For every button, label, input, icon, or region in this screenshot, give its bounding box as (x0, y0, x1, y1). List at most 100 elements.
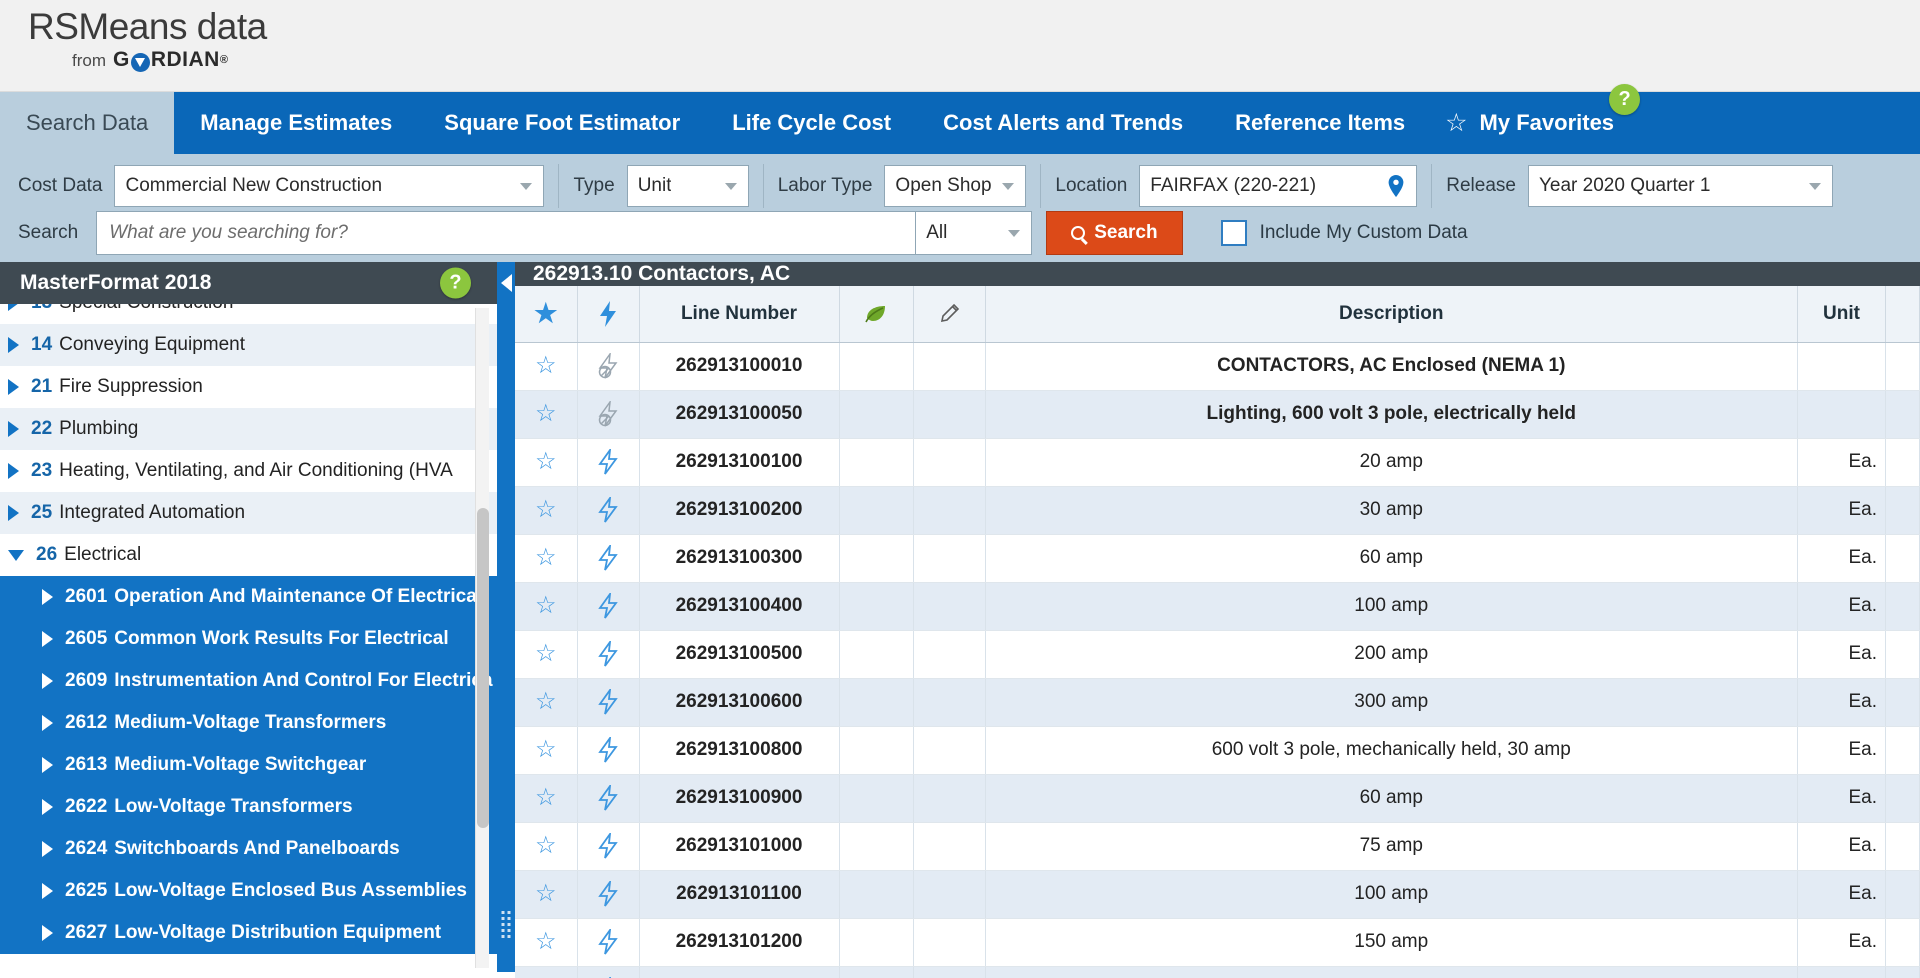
chevron-right-icon[interactable] (42, 589, 53, 605)
table-row[interactable]: ☆ 262913100010 CONTACTORS, AC Enclosed (NE… (515, 342, 1920, 391)
row-green-cell[interactable] (839, 822, 914, 871)
table-row[interactable]: ☆ 262913100900 60 amp Ea. (515, 774, 1920, 823)
row-green-cell[interactable] (839, 534, 914, 583)
sidebar-scrollbar[interactable] (475, 308, 489, 968)
row-edit-cell[interactable] (913, 438, 986, 487)
row-edit-cell[interactable] (913, 534, 986, 583)
row-favorite-toggle[interactable]: ☆ (515, 342, 578, 391)
labor-type-select[interactable]: Open Shop (884, 165, 1027, 207)
type-select[interactable]: Unit (626, 165, 749, 207)
tab-square-foot-estimator[interactable]: Square Foot Estimator (418, 92, 706, 154)
row-line-number[interactable]: 262913100800 (639, 726, 840, 775)
row-line-number[interactable]: 262913100600 (639, 678, 840, 727)
chevron-right-icon[interactable] (42, 673, 53, 689)
tree-item-2613[interactable]: 2613 Medium-Voltage Switchgear (0, 744, 497, 786)
help-icon[interactable]: ? (1609, 84, 1641, 115)
tab-life-cycle-cost[interactable]: Life Cycle Cost (706, 92, 917, 154)
tab-search-data[interactable]: Search Data (0, 92, 175, 154)
row-favorite-toggle[interactable]: ☆ (515, 486, 578, 535)
row-favorite-toggle[interactable]: ☆ (515, 438, 578, 487)
row-line-number[interactable]: 262913101300 (639, 966, 840, 978)
chevron-right-icon[interactable] (42, 715, 53, 731)
table-row[interactable]: ☆ 262913101100 100 amp Ea. (515, 870, 1920, 919)
row-favorite-toggle[interactable]: ☆ (515, 774, 578, 823)
row-favorite-toggle[interactable]: ☆ (515, 726, 578, 775)
row-bolt-cell[interactable] (577, 390, 640, 439)
masterformat-tree[interactable]: 13 Special Construction 14 Conveying Equipm… (0, 304, 497, 972)
column-bolt[interactable] (577, 286, 640, 343)
table-row[interactable]: ☆ 262913100050 Lighting, 600 volt 3 pole, … (515, 390, 1920, 439)
sidebar-scrollbar-thumb[interactable] (477, 508, 489, 828)
chevron-right-icon[interactable] (8, 379, 19, 395)
row-edit-cell[interactable] (913, 582, 986, 631)
row-edit-cell[interactable] (913, 630, 986, 679)
row-line-number[interactable]: 262913101000 (639, 822, 840, 871)
tree-item-2601[interactable]: 2601 Operation And Maintenance Of Electri… (0, 576, 497, 618)
row-green-cell[interactable] (839, 726, 914, 775)
row-line-number[interactable]: 262913100400 (639, 582, 840, 631)
chevron-right-icon[interactable] (42, 883, 53, 899)
row-bolt-cell[interactable] (577, 582, 640, 631)
chevron-right-icon[interactable] (8, 421, 19, 437)
tree-item-2622[interactable]: 2622 Low-Voltage Transformers (0, 786, 497, 828)
my-favorites-group[interactable]: ☆ My Favorites ? (1431, 84, 1641, 154)
row-edit-cell[interactable] (913, 726, 986, 775)
row-bolt-cell[interactable] (577, 534, 640, 583)
row-line-number[interactable]: 262913101100 (639, 870, 840, 919)
row-green-cell[interactable] (839, 774, 914, 823)
row-bolt-cell[interactable] (577, 342, 640, 391)
release-select[interactable]: Year 2020 Quarter 1 (1527, 165, 1833, 207)
search-scope-select[interactable]: All (916, 211, 1033, 255)
tab-reference-items[interactable]: Reference Items (1209, 92, 1431, 154)
row-green-cell[interactable] (839, 918, 914, 967)
column-green-leaf[interactable] (839, 286, 914, 343)
row-line-number[interactable]: 262913100050 (639, 390, 840, 439)
chevron-right-icon[interactable] (42, 841, 53, 857)
row-bolt-cell[interactable] (577, 486, 640, 535)
tab-cost-alerts-and-trends[interactable]: Cost Alerts and Trends (917, 92, 1209, 154)
row-edit-cell[interactable] (913, 774, 986, 823)
row-green-cell[interactable] (839, 966, 914, 978)
table-row[interactable]: ☆ 262913100800 600 volt 3 pole, mechanical… (515, 726, 1920, 775)
row-line-number[interactable]: 262913100200 (639, 486, 840, 535)
row-bolt-cell[interactable] (577, 870, 640, 919)
row-edit-cell[interactable] (913, 966, 986, 978)
column-edit[interactable] (913, 286, 986, 343)
column-favorite[interactable]: ★ (515, 286, 578, 343)
tree-item-2625[interactable]: 2625 Low-Voltage Enclosed Bus Assemblies (0, 870, 497, 912)
row-line-number[interactable]: 262913100500 (639, 630, 840, 679)
row-edit-cell[interactable] (913, 486, 986, 535)
panel-splitter[interactable] (497, 262, 515, 972)
row-bolt-cell[interactable] (577, 918, 640, 967)
chevron-right-icon[interactable] (8, 463, 19, 479)
search-input[interactable]: What are you searching for? (96, 211, 917, 255)
tree-item-2609[interactable]: 2609 Instrumentation And Control For Elec… (0, 660, 497, 702)
row-bolt-cell[interactable] (577, 966, 640, 978)
row-green-cell[interactable] (839, 630, 914, 679)
row-favorite-toggle[interactable]: ☆ (515, 918, 578, 967)
table-row[interactable]: ☆ 262913101000 75 amp Ea. (515, 822, 1920, 871)
chevron-down-icon[interactable] (8, 549, 24, 561)
chevron-right-icon[interactable] (42, 631, 53, 647)
table-row[interactable]: ☆ 262913100500 200 amp Ea. (515, 630, 1920, 679)
map-pin-icon[interactable] (1388, 175, 1404, 197)
row-bolt-cell[interactable] (577, 726, 640, 775)
column-line-number[interactable]: Line Number (639, 286, 840, 343)
tree-item-25[interactable]: 25 Integrated Automation (0, 492, 497, 534)
row-bolt-cell[interactable] (577, 822, 640, 871)
tree-item-2612[interactable]: 2612 Medium-Voltage Transformers (0, 702, 497, 744)
table-row[interactable]: ☆ 262913100400 100 amp Ea. (515, 582, 1920, 631)
row-edit-cell[interactable] (913, 678, 986, 727)
chevron-right-icon[interactable] (8, 337, 19, 353)
row-favorite-toggle[interactable]: ☆ (515, 966, 578, 978)
row-favorite-toggle[interactable]: ☆ (515, 870, 578, 919)
logo[interactable]: RSMeans data from G RDIAN ® (28, 7, 267, 73)
row-bolt-cell[interactable] (577, 774, 640, 823)
tree-item-26[interactable]: 26 Electrical (0, 534, 497, 576)
include-custom-data-checkbox[interactable] (1220, 220, 1247, 246)
row-line-number[interactable]: 262913100100 (639, 438, 840, 487)
row-edit-cell[interactable] (913, 822, 986, 871)
tree-item-21[interactable]: 21 Fire Suppression (0, 366, 497, 408)
row-line-number[interactable]: 262913101200 (639, 918, 840, 967)
row-bolt-cell[interactable] (577, 438, 640, 487)
